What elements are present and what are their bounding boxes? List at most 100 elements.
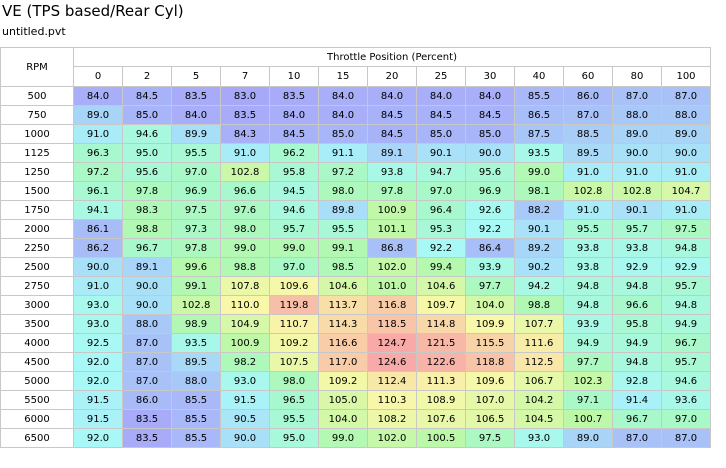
ve-cell[interactable]: 89.0 [661,124,711,144]
ve-cell[interactable]: 83.5 [122,428,172,448]
ve-cell[interactable]: 84.0 [367,86,417,106]
column-header[interactable]: 15 [318,66,368,87]
rpm-row-header[interactable]: 4500 [0,352,74,372]
ve-cell[interactable]: 87.0 [122,333,172,353]
ve-cell[interactable]: 91.0 [73,124,123,144]
column-header[interactable]: 100 [661,66,711,87]
ve-cell[interactable]: 94.9 [661,314,711,334]
ve-cell[interactable]: 107.5 [269,352,319,372]
ve-cell[interactable]: 112.4 [367,371,417,391]
ve-cell[interactable]: 90.0 [122,295,172,315]
ve-cell[interactable]: 87.0 [661,86,711,106]
ve-cell[interactable]: 85.5 [171,428,221,448]
ve-cell[interactable]: 90.0 [612,143,662,163]
ve-cell[interactable]: 86.1 [73,219,123,239]
ve-cell[interactable]: 89.8 [318,200,368,220]
rpm-row-header[interactable]: 3000 [0,295,74,315]
ve-cell[interactable]: 108.9 [416,390,466,410]
ve-cell[interactable]: 100.9 [367,200,417,220]
ve-cell[interactable]: 98.0 [269,371,319,391]
ve-cell[interactable]: 94.2 [514,276,564,296]
ve-cell[interactable]: 95.8 [269,162,319,182]
ve-cell[interactable]: 94.8 [661,238,711,258]
column-header[interactable]: 5 [171,66,221,87]
ve-cell[interactable]: 121.5 [416,333,466,353]
ve-cell[interactable]: 91.0 [563,162,613,182]
ve-cell[interactable]: 84.0 [416,86,466,106]
ve-cell[interactable]: 106.7 [514,371,564,391]
ve-cell[interactable]: 94.9 [563,333,613,353]
ve-cell[interactable]: 85.5 [171,409,221,429]
ve-cell[interactable]: 93.0 [73,295,123,315]
ve-cell[interactable]: 97.8 [171,238,221,258]
ve-cell[interactable]: 97.7 [563,352,613,372]
rpm-row-header[interactable]: 2500 [0,257,74,277]
ve-cell[interactable]: 109.2 [318,371,368,391]
ve-cell[interactable]: 91.0 [661,162,711,182]
ve-cell[interactable]: 111.6 [514,333,564,353]
ve-cell[interactable]: 84.0 [318,86,368,106]
ve-cell[interactable]: 97.5 [465,428,515,448]
ve-cell[interactable]: 98.8 [514,295,564,315]
ve-cell[interactable]: 86.5 [514,105,564,125]
rpm-row-header[interactable]: 3500 [0,314,74,334]
rpm-row-header[interactable]: 6000 [0,409,74,429]
ve-cell[interactable]: 91.0 [661,200,711,220]
ve-cell[interactable]: 97.5 [661,219,711,239]
ve-cell[interactable]: 90.5 [220,409,270,429]
ve-cell[interactable]: 83.5 [269,86,319,106]
rpm-row-header[interactable]: 4000 [0,333,74,353]
ve-cell[interactable]: 94.8 [563,276,613,296]
rpm-row-header[interactable]: 750 [0,105,74,125]
ve-cell[interactable]: 93.8 [563,257,613,277]
ve-cell[interactable]: 99.6 [171,257,221,277]
ve-cell[interactable]: 89.1 [122,257,172,277]
ve-cell[interactable]: 89.9 [171,124,221,144]
ve-cell[interactable]: 84.0 [171,105,221,125]
ve-cell[interactable]: 96.2 [269,143,319,163]
rpm-row-header[interactable]: 500 [0,86,74,106]
ve-cell[interactable]: 86.0 [563,86,613,106]
ve-cell[interactable]: 83.5 [171,86,221,106]
ve-cell[interactable]: 97.0 [661,409,711,429]
ve-cell[interactable]: 102.8 [171,295,221,315]
ve-cell[interactable]: 92.2 [465,219,515,239]
ve-cell[interactable]: 102.0 [367,428,417,448]
ve-cell[interactable]: 104.0 [318,409,368,429]
ve-cell[interactable]: 88.2 [514,200,564,220]
ve-cell[interactable]: 95.7 [661,276,711,296]
ve-cell[interactable]: 118.8 [465,352,515,372]
ve-cell[interactable]: 94.7 [416,162,466,182]
ve-cell[interactable]: 95.7 [661,352,711,372]
ve-cell[interactable]: 84.5 [122,86,172,106]
ve-cell[interactable]: 87.5 [514,124,564,144]
ve-cell[interactable]: 85.5 [171,390,221,410]
rpm-row-header[interactable]: 2000 [0,219,74,239]
ve-cell[interactable]: 93.6 [661,390,711,410]
ve-cell[interactable]: 95.7 [612,219,662,239]
ve-cell[interactable]: 91.1 [318,143,368,163]
ve-cell[interactable]: 115.5 [465,333,515,353]
ve-cell[interactable]: 94.8 [563,295,613,315]
rpm-row-header[interactable]: 5500 [0,390,74,410]
ve-cell[interactable]: 90.0 [122,276,172,296]
ve-cell[interactable]: 116.8 [367,295,417,315]
ve-cell[interactable]: 90.0 [465,143,515,163]
ve-cell[interactable]: 94.6 [661,371,711,391]
ve-cell[interactable]: 89.2 [514,238,564,258]
ve-cell[interactable]: 105.0 [318,390,368,410]
ve-cell[interactable]: 88.0 [122,314,172,334]
ve-cell[interactable]: 84.0 [318,105,368,125]
ve-cell[interactable]: 117.0 [318,352,368,372]
ve-cell[interactable]: 97.0 [171,162,221,182]
ve-cell[interactable]: 100.9 [220,333,270,353]
ve-cell[interactable]: 89.0 [563,428,613,448]
ve-cell[interactable]: 98.3 [122,200,172,220]
column-header[interactable]: 25 [416,66,466,87]
ve-cell[interactable]: 97.7 [465,276,515,296]
ve-cell[interactable]: 95.8 [612,314,662,334]
ve-cell[interactable]: 83.5 [122,409,172,429]
ve-cell[interactable]: 83.0 [220,86,270,106]
ve-cell[interactable]: 97.0 [269,257,319,277]
ve-cell[interactable]: 104.6 [416,276,466,296]
